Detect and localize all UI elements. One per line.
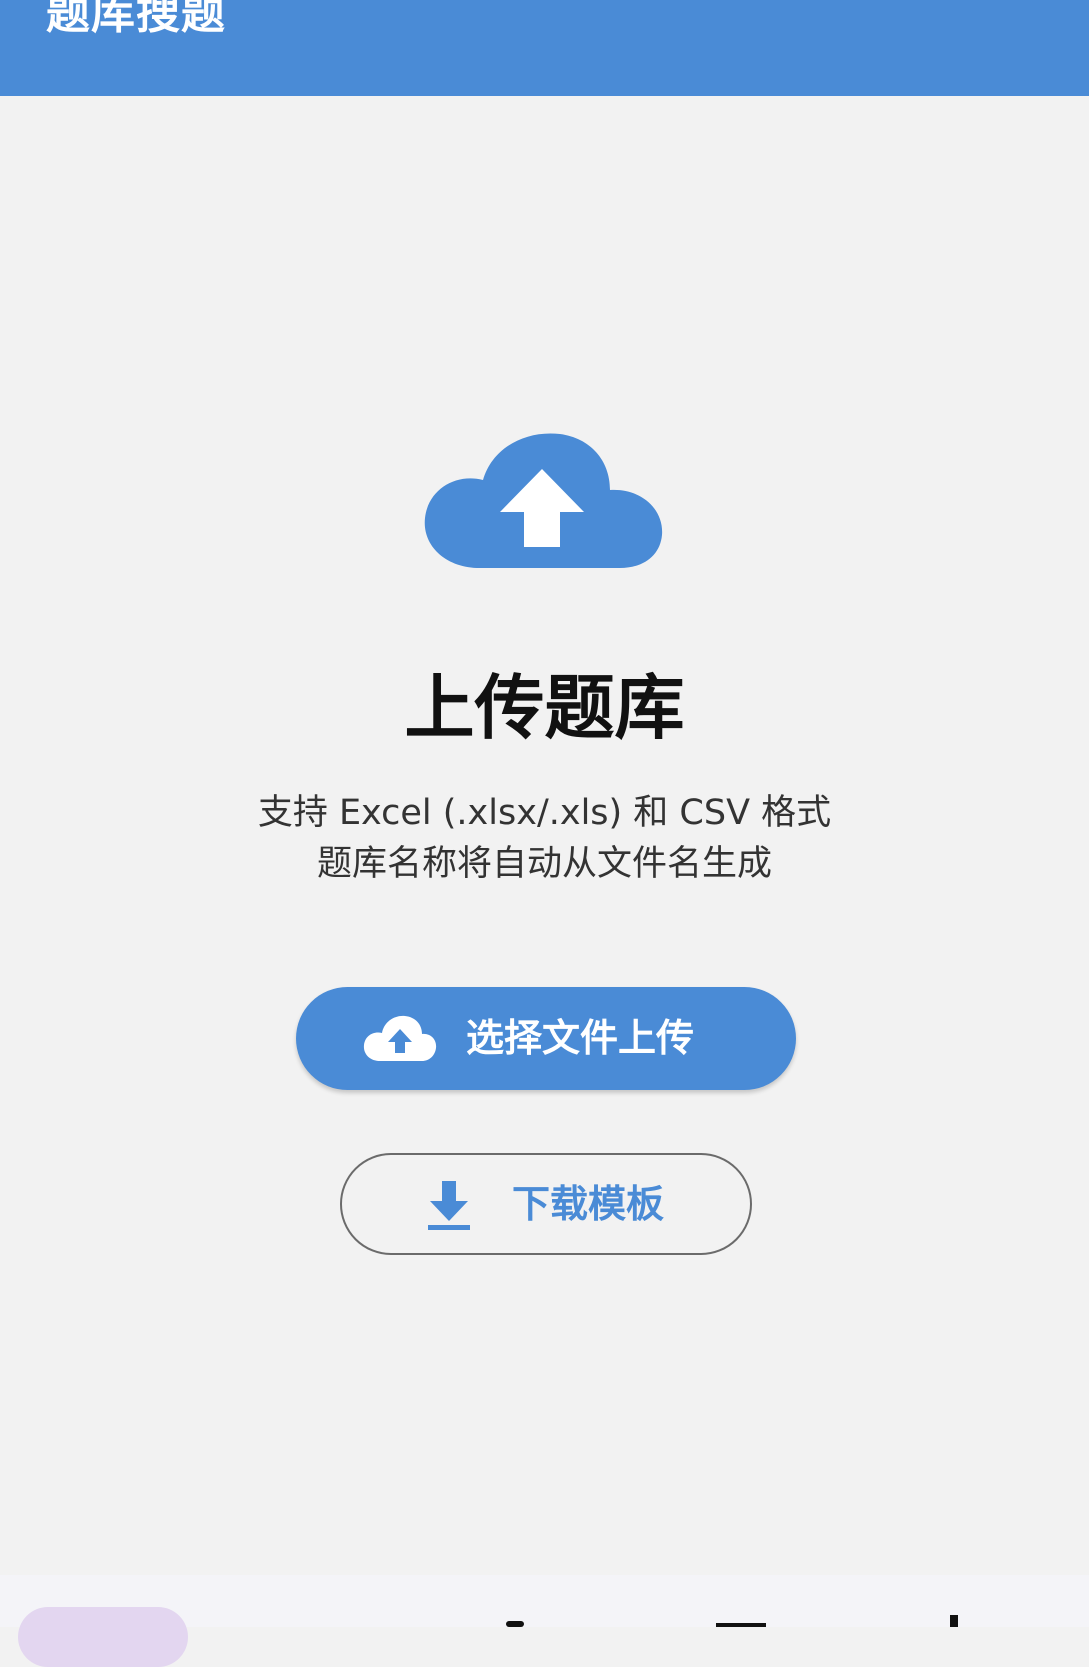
nav-icon[interactable] — [716, 1623, 766, 1627]
select-file-upload-label: 选择文件上传 — [466, 1016, 695, 1060]
download-template-label: 下载模板 — [512, 1182, 665, 1226]
nav-icon[interactable] — [506, 1621, 524, 1627]
nav-icon[interactable] — [950, 1615, 958, 1627]
app-title: 题库搜题 — [46, 0, 226, 39]
download-template-button[interactable]: 下载模板 — [340, 1153, 752, 1255]
supported-formats-text: 支持 Excel (.xlsx/.xls) 和 CSV 格式 — [257, 793, 832, 833]
app-bar: 题库搜题 — [0, 0, 1089, 96]
nav-item-active[interactable] — [18, 1607, 188, 1667]
download-icon — [428, 1181, 470, 1230]
bottom-nav — [0, 1575, 1089, 1667]
auto-name-hint: 题库名称将自动从文件名生成 — [316, 844, 772, 884]
cloud-upload-icon — [363, 1015, 437, 1061]
select-file-upload-button[interactable]: 选择文件上传 — [296, 987, 796, 1090]
cloud-upload-icon — [424, 433, 663, 568]
page-title: 上传题库 — [404, 667, 685, 749]
